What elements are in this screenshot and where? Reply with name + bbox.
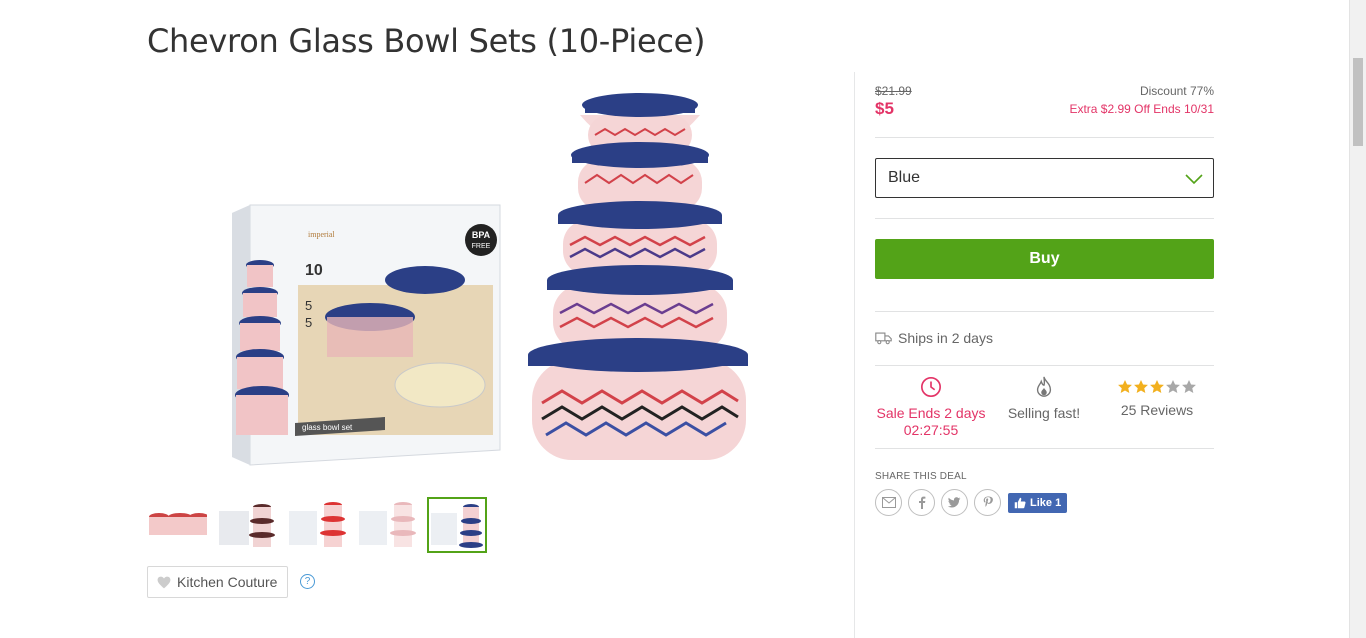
extra-offer-text: Extra $2.99 Off Ends 10/31 (1069, 102, 1214, 116)
product-box: BPA FREE 10 5 5 imperial glass bowl set (232, 204, 501, 466)
thumbnail-2[interactable] (217, 497, 277, 553)
thumbnail-5-selected[interactable] (427, 497, 487, 553)
svg-text:FREE: FREE (472, 243, 491, 250)
divider (875, 218, 1214, 219)
thumbnail-strip (147, 497, 487, 553)
sale-ends-stat: Sale Ends 2 days 02:27:55 (871, 376, 991, 439)
share-row: Like 1 (875, 489, 1068, 516)
shipping-info: Ships in 2 days (875, 330, 993, 346)
option-select-value: Blue (888, 169, 921, 186)
brand-label: Kitchen Couture (177, 574, 278, 590)
page-title: Chevron Glass Bowl Sets (10-Piece) (147, 22, 706, 60)
sale-countdown: 02:27:55 (903, 422, 959, 438)
star-filled-icon (1134, 380, 1148, 393)
shipping-text: Ships in 2 days (898, 330, 993, 346)
main-product-image[interactable]: BPA FREE 10 5 5 imperial glass bowl set (210, 85, 770, 475)
reviews-label: 25 Reviews (1120, 402, 1194, 418)
svg-text:5: 5 (305, 315, 312, 330)
scrollbar-thumb[interactable] (1353, 58, 1363, 146)
help-icon[interactable]: ? (300, 574, 315, 589)
clock-icon (921, 377, 941, 397)
divider (875, 365, 1214, 366)
chevron-down-icon (1185, 174, 1203, 185)
divider (875, 137, 1214, 138)
svg-text:BPA: BPA (472, 230, 491, 240)
rating-stars (1097, 376, 1217, 398)
thumbnail-4[interactable] (357, 497, 417, 553)
flame-icon (1036, 376, 1052, 397)
sale-price: $5 (875, 99, 894, 118)
pinterest-icon[interactable] (974, 489, 1001, 516)
original-price: $21.99 (875, 84, 912, 98)
divider (875, 448, 1214, 449)
twitter-icon[interactable] (941, 489, 968, 516)
svg-text:imperial: imperial (308, 230, 335, 239)
svg-text:10: 10 (305, 262, 323, 279)
selling-fast-label: Selling fast! (1007, 405, 1081, 421)
truck-icon (875, 332, 892, 345)
thumbnail-3[interactable] (287, 497, 347, 553)
sale-ends-label: Sale Ends 2 days (876, 405, 986, 421)
thumbnail-1[interactable] (147, 497, 207, 553)
option-select[interactable]: Blue (875, 158, 1214, 198)
star-filled-icon (1150, 380, 1164, 393)
reviews-stat[interactable]: 25 Reviews (1097, 376, 1217, 419)
facebook-icon[interactable] (908, 489, 935, 516)
star-filled-icon (1118, 380, 1132, 393)
email-icon[interactable] (875, 489, 902, 516)
discount-text: Discount 77% (1139, 84, 1214, 98)
star-empty-icon (1166, 380, 1180, 393)
selling-fast-stat: Selling fast! (984, 376, 1104, 422)
share-label: SHARE THIS DEAL (875, 471, 967, 482)
buy-button[interactable]: Buy (875, 239, 1214, 279)
heart-icon (157, 576, 171, 588)
page-scrollbar[interactable] (1349, 0, 1366, 638)
column-divider (854, 72, 855, 638)
divider (875, 311, 1214, 312)
stacked-bowls (528, 93, 748, 460)
thumbs-up-icon (1014, 497, 1026, 508)
brand-follow-button[interactable]: Kitchen Couture (147, 566, 289, 598)
star-empty-icon (1182, 380, 1196, 393)
svg-text:5: 5 (305, 298, 312, 313)
svg-text:glass bowl set: glass bowl set (302, 423, 353, 432)
facebook-like-label: Like 1 (1030, 496, 1062, 509)
facebook-like-button[interactable]: Like 1 (1008, 492, 1068, 513)
